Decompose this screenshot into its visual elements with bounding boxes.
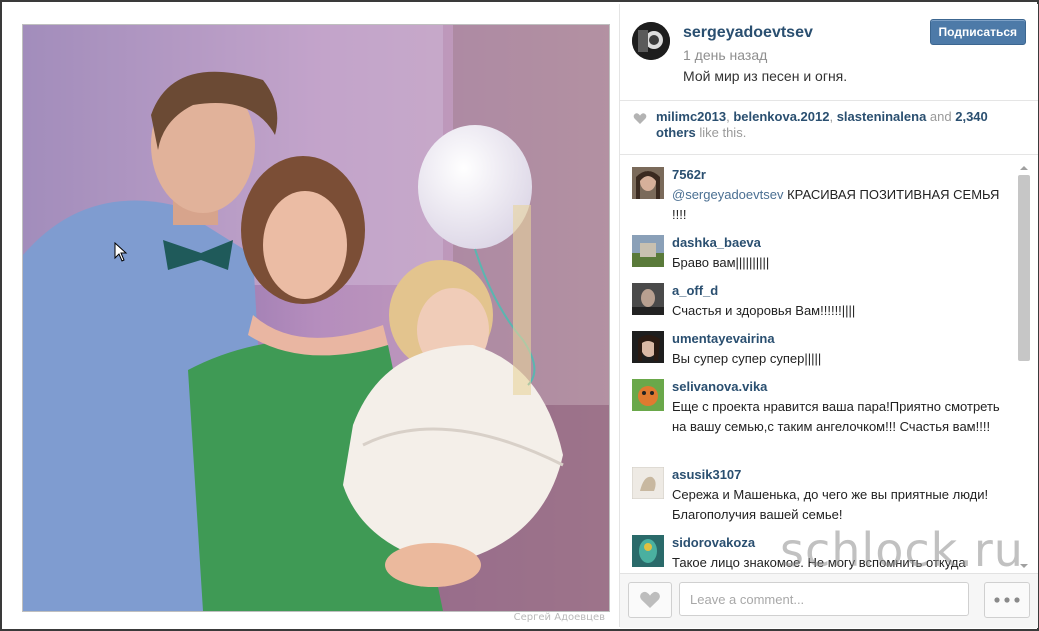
post-header: sergeyadoevtsev 1 день назад Мой мир из … bbox=[620, 4, 1038, 100]
post-photo[interactable] bbox=[22, 24, 610, 612]
photo-pane: Сергей Адоевцев bbox=[4, 4, 617, 627]
more-options-button[interactable] bbox=[984, 582, 1030, 618]
comment-text: Счастья и здоровья Вам!!!!!!|||| bbox=[672, 303, 856, 318]
comment-item: dashka_baeva Браво вам|||||||||| bbox=[620, 235, 1020, 275]
liker-link[interactable]: slasteninalena bbox=[837, 109, 927, 124]
site-watermark: schlock.ru bbox=[780, 523, 1024, 577]
like-button[interactable] bbox=[628, 582, 672, 618]
commenter-username[interactable]: dashka_baeva bbox=[672, 235, 761, 250]
commenter-avatar[interactable] bbox=[632, 331, 664, 363]
likes-heart-icon bbox=[633, 113, 647, 124]
likes-section: milimc2013, belenkova.2012, slasteninale… bbox=[620, 100, 1038, 154]
mention-link[interactable]: @sergeyadoevtsev bbox=[672, 187, 783, 202]
comment-item: umentayevairina Вы супер супер супер||||… bbox=[620, 331, 1020, 371]
scrollbar-thumb[interactable] bbox=[1018, 175, 1030, 361]
commenter-username[interactable]: asusik3107 bbox=[672, 467, 741, 482]
liker-link[interactable]: belenkova.2012 bbox=[733, 109, 829, 124]
likes-text: milimc2013, belenkova.2012, slasteninale… bbox=[656, 109, 988, 140]
post-caption: Мой мир из песен и огня. bbox=[683, 68, 848, 84]
commenter-username[interactable]: sidorovakoza bbox=[672, 535, 755, 550]
window-frame: Сергей Адоевцев sergeyadoevtsev 1 день н… bbox=[0, 0, 1039, 631]
commenter-avatar[interactable] bbox=[632, 535, 664, 567]
commenter-username[interactable]: umentayevairina bbox=[672, 331, 775, 346]
commenter-username[interactable]: a_off_d bbox=[672, 283, 718, 298]
comment-text: Браво вам|||||||||| bbox=[672, 255, 770, 270]
commenter-avatar[interactable] bbox=[632, 379, 664, 411]
commenter-avatar[interactable] bbox=[632, 467, 664, 499]
author-username[interactable]: sergeyadoevtsev bbox=[683, 24, 813, 42]
photo-credit: Сергей Адоевцев bbox=[513, 612, 605, 623]
heart-icon bbox=[640, 591, 660, 608]
scroll-up-arrow-icon[interactable] bbox=[1017, 162, 1031, 174]
author-avatar[interactable] bbox=[632, 22, 670, 60]
commenter-username[interactable]: selivanova.vika bbox=[672, 379, 767, 394]
commenter-username[interactable]: 7562r bbox=[672, 167, 706, 182]
family-photo-image bbox=[23, 25, 609, 611]
comment-text: Сережа и Машенька, до чего же вы приятны… bbox=[672, 487, 989, 522]
ellipsis-icon bbox=[994, 597, 1020, 603]
comment-item: selivanova.vika Еще с проекта нравится в… bbox=[620, 379, 1020, 459]
mouse-pointer-icon bbox=[114, 241, 128, 267]
comment-item: asusik3107 Сережа и Машенька, до чего же… bbox=[620, 467, 1020, 527]
comment-input[interactable] bbox=[679, 582, 969, 616]
comment-text: Вы супер супер супер||||| bbox=[672, 351, 822, 366]
commenter-avatar[interactable] bbox=[632, 167, 664, 199]
liker-link[interactable]: milimc2013 bbox=[656, 109, 726, 124]
comment-footer bbox=[620, 573, 1038, 628]
commenter-avatar[interactable] bbox=[632, 235, 664, 267]
comment-text: @sergeyadoevtsev КРАСИВАЯ ПОЗИТИВНАЯ СЕМ… bbox=[672, 187, 1000, 222]
post-timestamp: 1 день назад bbox=[683, 47, 768, 63]
comment-item: 7562r @sergeyadoevtsev КРАСИВАЯ ПОЗИТИВН… bbox=[620, 167, 1020, 223]
comment-text: Еще с проекта нравится ваша пара!Приятно… bbox=[672, 399, 1000, 434]
comments-list: 7562r @sergeyadoevtsev КРАСИВАЯ ПОЗИТИВН… bbox=[620, 155, 1038, 573]
comments-scrollbar[interactable] bbox=[1017, 162, 1031, 572]
comment-item: a_off_d Счастья и здоровья Вам!!!!!!|||| bbox=[620, 283, 1020, 323]
commenter-avatar[interactable] bbox=[632, 283, 664, 315]
follow-button[interactable]: Подписаться bbox=[929, 19, 1026, 45]
